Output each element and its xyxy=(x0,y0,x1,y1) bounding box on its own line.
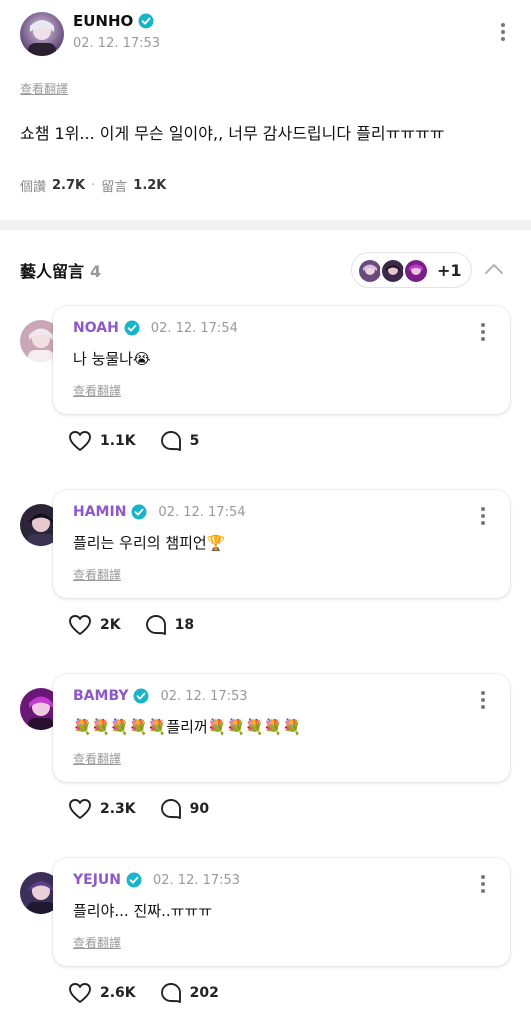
comment-actions: 2.3K 90 xyxy=(68,798,233,820)
like-count: 2.3K xyxy=(100,801,136,817)
author-avatar[interactable] xyxy=(20,12,64,56)
commenter-name[interactable]: BAMBY xyxy=(73,688,128,704)
reply-button[interactable]: 5 xyxy=(160,430,200,452)
like-count: 1.1K xyxy=(100,433,136,449)
artist-avatars-pill[interactable]: +1 xyxy=(351,252,472,288)
comment-header: NOAH 02. 12. 17:54 xyxy=(73,320,238,336)
post-timestamp: 02. 12. 17:53 xyxy=(73,36,161,51)
comment-timestamp: 02. 12. 17:54 xyxy=(158,504,246,520)
reply-count: 5 xyxy=(189,433,200,449)
comment-actions: 1.1K 5 xyxy=(68,430,223,452)
comment-actions: 2.6K 202 xyxy=(68,982,243,1004)
comment-bubble-icon xyxy=(160,799,181,819)
more-options-icon[interactable] xyxy=(493,20,513,44)
verified-badge-icon xyxy=(138,13,154,29)
comment-text: 💐💐💐💐💐플리꺼💐💐💐💐💐 xyxy=(73,718,302,736)
reply-button[interactable]: 202 xyxy=(160,982,219,1004)
more-options-icon[interactable] xyxy=(473,872,493,896)
heart-icon xyxy=(69,615,91,635)
comment-timestamp: 02. 12. 17:53 xyxy=(160,688,248,704)
reply-button[interactable]: 90 xyxy=(160,798,209,820)
reply-count: 202 xyxy=(189,985,219,1001)
heart-icon xyxy=(69,799,91,819)
author-name[interactable]: EUNHO xyxy=(73,12,133,30)
like-button[interactable]: 2.6K xyxy=(68,982,136,1004)
like-button[interactable]: 2.3K xyxy=(68,798,136,820)
comment-header: HAMIN 02. 12. 17:54 xyxy=(73,504,246,520)
comment-bubble-icon xyxy=(145,615,166,635)
commenter-name[interactable]: YEJUN xyxy=(73,872,121,888)
like-button[interactable]: 1.1K xyxy=(68,430,136,452)
artist-comments-header: 藝人留言 4 xyxy=(20,258,101,282)
comments-label: 留言 xyxy=(101,180,128,195)
more-artists-count: +1 xyxy=(437,261,462,280)
translate-link[interactable]: 查看翻譯 xyxy=(73,750,121,767)
like-button[interactable]: 2K xyxy=(68,614,121,636)
likes-label: 個讚 xyxy=(20,180,47,195)
comment-header: BAMBY 02. 12. 17:53 xyxy=(73,688,248,704)
translate-link[interactable]: 查看翻譯 xyxy=(73,382,121,399)
comment-bubble: NOAH 02. 12. 17:54 나 눙물나😭 查看翻譯 xyxy=(53,306,510,414)
like-count: 2.6K xyxy=(100,985,136,1001)
comment-text: 나 눙물나😭 xyxy=(73,350,151,368)
heart-icon xyxy=(69,983,91,1003)
artist-comments-count: 4 xyxy=(90,262,102,281)
verified-badge-icon xyxy=(124,320,140,336)
post: EUNHO 02. 12. 17:53 查看翻譯 쇼챔 1위... 이게 무슨 … xyxy=(0,0,531,220)
separator-dot: · xyxy=(91,178,96,193)
comment-bubble-icon xyxy=(160,431,181,451)
comment-timestamp: 02. 12. 17:54 xyxy=(150,320,238,336)
comments-count: 1.2K xyxy=(133,178,167,193)
verified-badge-icon xyxy=(133,688,149,704)
comment-bubble: HAMIN 02. 12. 17:54 플리는 우리의 챔피언🏆 查看翻譯 xyxy=(53,490,510,598)
commenter-name[interactable]: HAMIN xyxy=(73,504,126,520)
more-options-icon[interactable] xyxy=(473,504,493,528)
comment-text: 플리야... 진짜..ㅠㅠㅠ xyxy=(73,902,213,920)
comment-actions: 2K 18 xyxy=(68,614,218,636)
reply-count: 90 xyxy=(189,801,210,817)
artist-comments-title: 藝人留言 xyxy=(20,262,85,281)
mini-avatar xyxy=(403,258,429,284)
more-options-icon[interactable] xyxy=(473,320,493,344)
post-text: 쇼챔 1위... 이게 무슨 일이야,, 너무 감사드립니다 플리ㅠㅠㅠㅠ xyxy=(20,124,445,143)
comment-text: 플리는 우리의 챔피언🏆 xyxy=(73,534,226,552)
translate-link[interactable]: 查看翻譯 xyxy=(20,80,68,97)
comment-bubble-icon xyxy=(160,983,181,1003)
translate-link[interactable]: 查看翻譯 xyxy=(73,566,121,583)
heart-icon xyxy=(69,431,91,451)
comment-bubble: BAMBY 02. 12. 17:53 💐💐💐💐💐플리꺼💐💐💐💐💐 查看翻譯 xyxy=(53,674,510,782)
comment-header: YEJUN 02. 12. 17:53 xyxy=(73,872,240,888)
chevron-up-icon[interactable] xyxy=(482,258,506,282)
comment-timestamp: 02. 12. 17:53 xyxy=(153,872,241,888)
commenter-name[interactable]: NOAH xyxy=(73,320,119,336)
reply-count: 18 xyxy=(174,617,195,633)
comment-bubble: YEJUN 02. 12. 17:53 플리야... 진짜..ㅠㅠㅠ 查看翻譯 xyxy=(53,858,510,966)
post-stats: 個讚 2.7K · 留言 1.2K xyxy=(20,176,166,195)
reply-button[interactable]: 18 xyxy=(145,614,194,636)
translate-link[interactable]: 查看翻譯 xyxy=(73,934,121,951)
author-row: EUNHO xyxy=(73,12,154,30)
likes-count: 2.7K xyxy=(52,178,86,193)
verified-badge-icon xyxy=(131,504,147,520)
like-count: 2K xyxy=(100,617,121,633)
section-divider xyxy=(0,220,531,230)
more-options-icon[interactable] xyxy=(473,688,493,712)
verified-badge-icon xyxy=(126,872,142,888)
